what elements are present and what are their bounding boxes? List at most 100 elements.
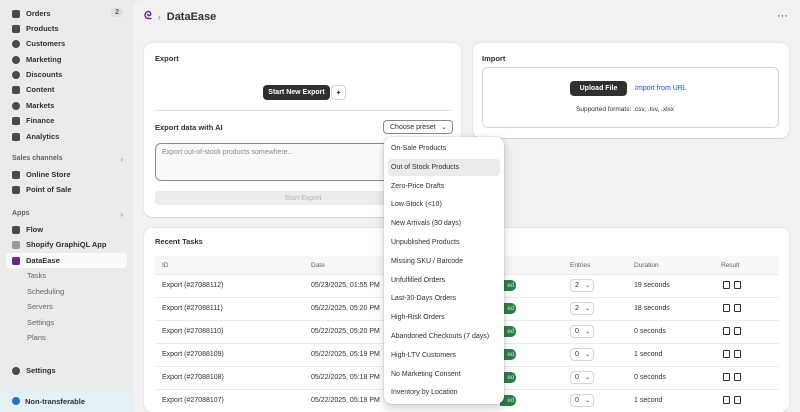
preset-option[interactable]: Zero-Price Drafts [388, 178, 500, 195]
sidebar-item-online-store[interactable]: Online Store [6, 167, 127, 182]
export-title: Export [155, 54, 179, 63]
page-title: DataEase [166, 10, 217, 23]
entries-select[interactable]: 2 ⌄ [570, 279, 594, 292]
sidebar-item-orders[interactable]: Orders 2 [6, 6, 127, 21]
divider [155, 110, 451, 111]
preset-select-label: Choose preset [390, 123, 436, 131]
upload-dropzone[interactable] [482, 67, 779, 128]
sidebar-item-content[interactable]: Content [6, 82, 127, 97]
sidebar-item-products[interactable]: Products [6, 21, 127, 36]
sidebar-item-finance[interactable]: Finance [6, 113, 127, 128]
task-duration-cell: 18 seconds [634, 305, 670, 312]
task-date-cell: 05/22/2025, 05:20 PM [311, 328, 380, 335]
import-title: Import [482, 54, 506, 63]
ai-export-title: Export data with AI [155, 123, 223, 132]
flow-icon [12, 225, 20, 234]
sidebar-item-discounts[interactable]: Discounts [6, 67, 127, 82]
sidebar-item-flow[interactable]: Flow [6, 222, 127, 237]
preset-option[interactable]: Abandoned Checkouts (7 days) [388, 328, 500, 345]
preset-option[interactable]: High-Risk Orders [388, 309, 500, 326]
sidebar-item-graphiql[interactable]: Shopify GraphiQL App [6, 237, 127, 252]
result-actions [723, 304, 741, 312]
preset-option[interactable]: New Arrivals (30 days) [388, 215, 500, 232]
task-duration-cell: 0 seconds [634, 328, 666, 335]
preset-option[interactable]: Unpublished Products [388, 234, 500, 251]
apps-label: Apps [12, 210, 30, 217]
sidebar-subitem-plans[interactable]: Plans [6, 330, 127, 345]
preset-option[interactable]: No Marketing Consent [388, 366, 500, 383]
sidebar-item-label: Analytics [26, 132, 60, 141]
document-icon[interactable] [723, 396, 730, 404]
sidebar-subitem-tasks[interactable]: Tasks [6, 268, 127, 283]
ai-prompt-textarea[interactable]: Export out-of-stock products somewhere..… [155, 143, 395, 181]
entries-select[interactable]: 0 ⌄ [570, 348, 594, 361]
document-icon[interactable] [723, 327, 730, 335]
person-icon [12, 39, 20, 48]
preset-option[interactable]: Inventory by Location [388, 384, 500, 401]
entries-value: 0 [575, 328, 579, 335]
column-header-result: Result [721, 262, 740, 269]
column-header-date: Date [311, 262, 325, 269]
task-duration-cell: 1 second [634, 351, 663, 358]
sidebar-subitem-servers[interactable]: Servers [6, 299, 127, 314]
sidebar: Orders 2 Products Customers Marketing Di… [0, 0, 133, 412]
document-icon[interactable] [723, 350, 730, 358]
bank-icon [12, 116, 20, 125]
document-icon[interactable] [723, 281, 730, 289]
sidebar-subitem-scheduling[interactable]: Scheduling [6, 284, 127, 299]
chevron-right-icon[interactable]: › [120, 155, 123, 164]
clipboard-icon[interactable] [734, 281, 741, 289]
chevron-down-icon: ⌄ [584, 283, 590, 289]
entries-select[interactable]: 0 ⌄ [570, 371, 594, 384]
task-id-cell: Export (#27088111) [162, 305, 223, 312]
task-duration-cell: 0 seconds [634, 374, 666, 381]
clipboard-icon[interactable] [734, 327, 741, 335]
preset-option[interactable]: Out of Stock Products [388, 158, 500, 176]
task-duration-cell: 19 seconds [634, 282, 670, 289]
preset-select[interactable]: Choose preset ⌄ [383, 120, 453, 134]
sidebar-item-label: Discounts [26, 70, 63, 79]
sidebar-item-markets[interactable]: Markets [6, 98, 127, 113]
clipboard-icon[interactable] [734, 304, 741, 312]
clipboard-icon[interactable] [734, 396, 741, 404]
sparkle-icon[interactable]: ✦ [331, 85, 346, 100]
entries-select[interactable]: 2 ⌄ [570, 302, 594, 315]
info-icon [12, 397, 20, 405]
document-icon[interactable] [723, 304, 730, 312]
clipboard-icon[interactable] [734, 373, 741, 381]
preset-option[interactable]: High-LTV Customers [388, 347, 500, 364]
entries-select[interactable]: 0 ⌄ [570, 394, 594, 407]
task-id-cell: Export (#27088108) [162, 374, 224, 381]
task-id-cell: Export (#27088110) [162, 328, 224, 335]
clipboard-icon[interactable] [734, 350, 741, 358]
sidebar-item-customers[interactable]: Customers [6, 36, 127, 51]
non-transferable-banner[interactable]: Non-transferable [0, 390, 133, 412]
import-from-url-link[interactable]: Import from URL [635, 85, 687, 92]
sidebar-item-dataease[interactable]: DataEase [6, 253, 127, 268]
chevron-down-icon: ⌄ [584, 352, 590, 358]
sidebar-item-analytics[interactable]: Analytics [6, 129, 127, 144]
result-actions [723, 281, 741, 289]
task-id-cell: Export (#27088112) [162, 282, 224, 289]
bar-chart-icon [12, 132, 20, 141]
sidebar-item-settings[interactable]: Settings [6, 363, 127, 378]
sidebar-subitem-settings[interactable]: Settings [6, 315, 127, 330]
sidebar-item-label: Marketing [26, 55, 62, 64]
document-icon[interactable] [723, 373, 730, 381]
preset-option[interactable]: Unfulfilled Orders [388, 272, 500, 289]
result-actions [723, 350, 741, 358]
sidebar-item-label: Servers [27, 302, 53, 311]
entries-select[interactable]: 0 ⌄ [570, 325, 594, 338]
upload-file-button[interactable]: Upload File [570, 81, 627, 96]
sidebar-item-point-of-sale[interactable]: Point of Sale [6, 182, 127, 197]
preset-option[interactable]: Low Stock (<10) [388, 196, 500, 213]
preset-option[interactable]: On-Sale Products [388, 140, 500, 157]
preset-option[interactable]: Missing SKU / Barcode [388, 253, 500, 270]
preset-option[interactable]: Last-30-Days Orders [388, 290, 500, 307]
sales-channels-label: Sales channels [12, 155, 63, 162]
entries-value: 2 [575, 305, 579, 312]
more-actions-icon[interactable]: ··· [777, 10, 788, 22]
sidebar-item-marketing[interactable]: Marketing [6, 52, 127, 67]
start-new-export-button[interactable]: Start New Export [263, 85, 330, 100]
chevron-right-icon[interactable]: › [120, 210, 123, 219]
